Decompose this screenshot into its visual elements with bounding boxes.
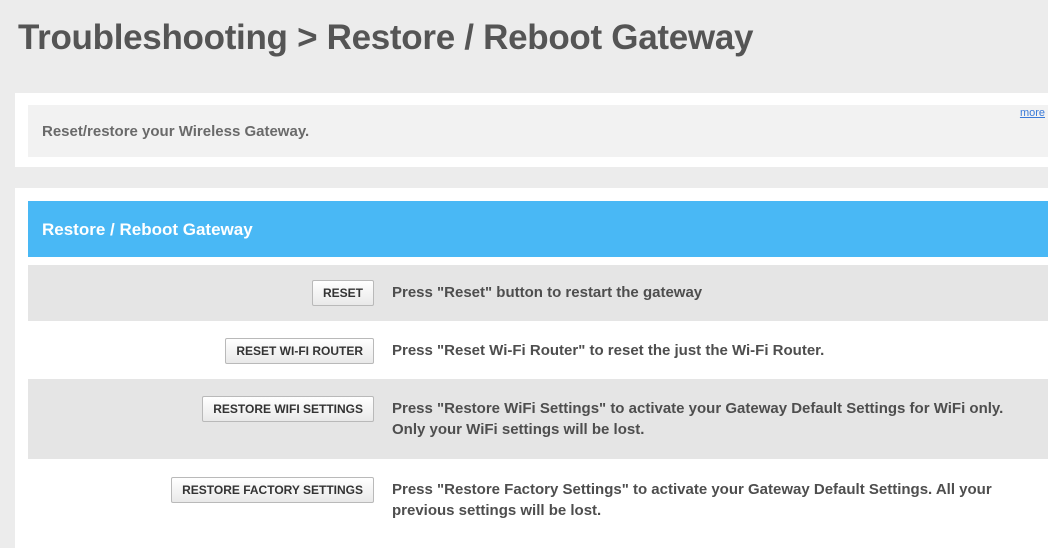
- info-panel: Reset/restore your Wireless Gateway. mor…: [15, 93, 1048, 167]
- section-header: Restore / Reboot Gateway: [28, 201, 1048, 257]
- reset-wifi-router-button[interactable]: RESET WI-FI ROUTER: [225, 338, 374, 364]
- restore-wifi-settings-button[interactable]: RESTORE WIFI SETTINGS: [202, 396, 374, 422]
- info-text: Reset/restore your Wireless Gateway.: [42, 123, 310, 140]
- restore-reboot-panel: Restore / Reboot Gateway RESET Press "Re…: [15, 188, 1048, 548]
- reset-description: Press "Reset" button to restart the gate…: [392, 284, 703, 301]
- section-title: Restore / Reboot Gateway: [42, 220, 253, 239]
- restore-wifi-settings-row: RESTORE WIFI SETTINGS Press "Restore WiF…: [28, 379, 1048, 459]
- info-box: Reset/restore your Wireless Gateway. mor…: [28, 105, 1048, 157]
- page-title: Troubleshooting > Restore / Reboot Gatew…: [18, 18, 754, 57]
- reset-row: RESET Press "Reset" button to restart th…: [28, 265, 1048, 321]
- reset-wifi-router-row: RESET WI-FI ROUTER Press "Reset Wi-Fi Ro…: [28, 321, 1048, 379]
- restore-wifi-settings-description: Press "Restore WiFi Settings" to activat…: [392, 400, 1004, 438]
- page: Troubleshooting > Restore / Reboot Gatew…: [0, 0, 1048, 548]
- restore-factory-settings-button[interactable]: RESTORE FACTORY SETTINGS: [171, 477, 374, 503]
- reset-wifi-router-description: Press "Reset Wi-Fi Router" to reset the …: [392, 342, 825, 359]
- restore-factory-settings-description: Press "Restore Factory Settings" to acti…: [392, 481, 992, 519]
- more-link[interactable]: more: [1020, 107, 1045, 119]
- reset-button[interactable]: RESET: [311, 280, 374, 306]
- restore-factory-settings-row: RESTORE FACTORY SETTINGS Press "Restore …: [28, 459, 1048, 548]
